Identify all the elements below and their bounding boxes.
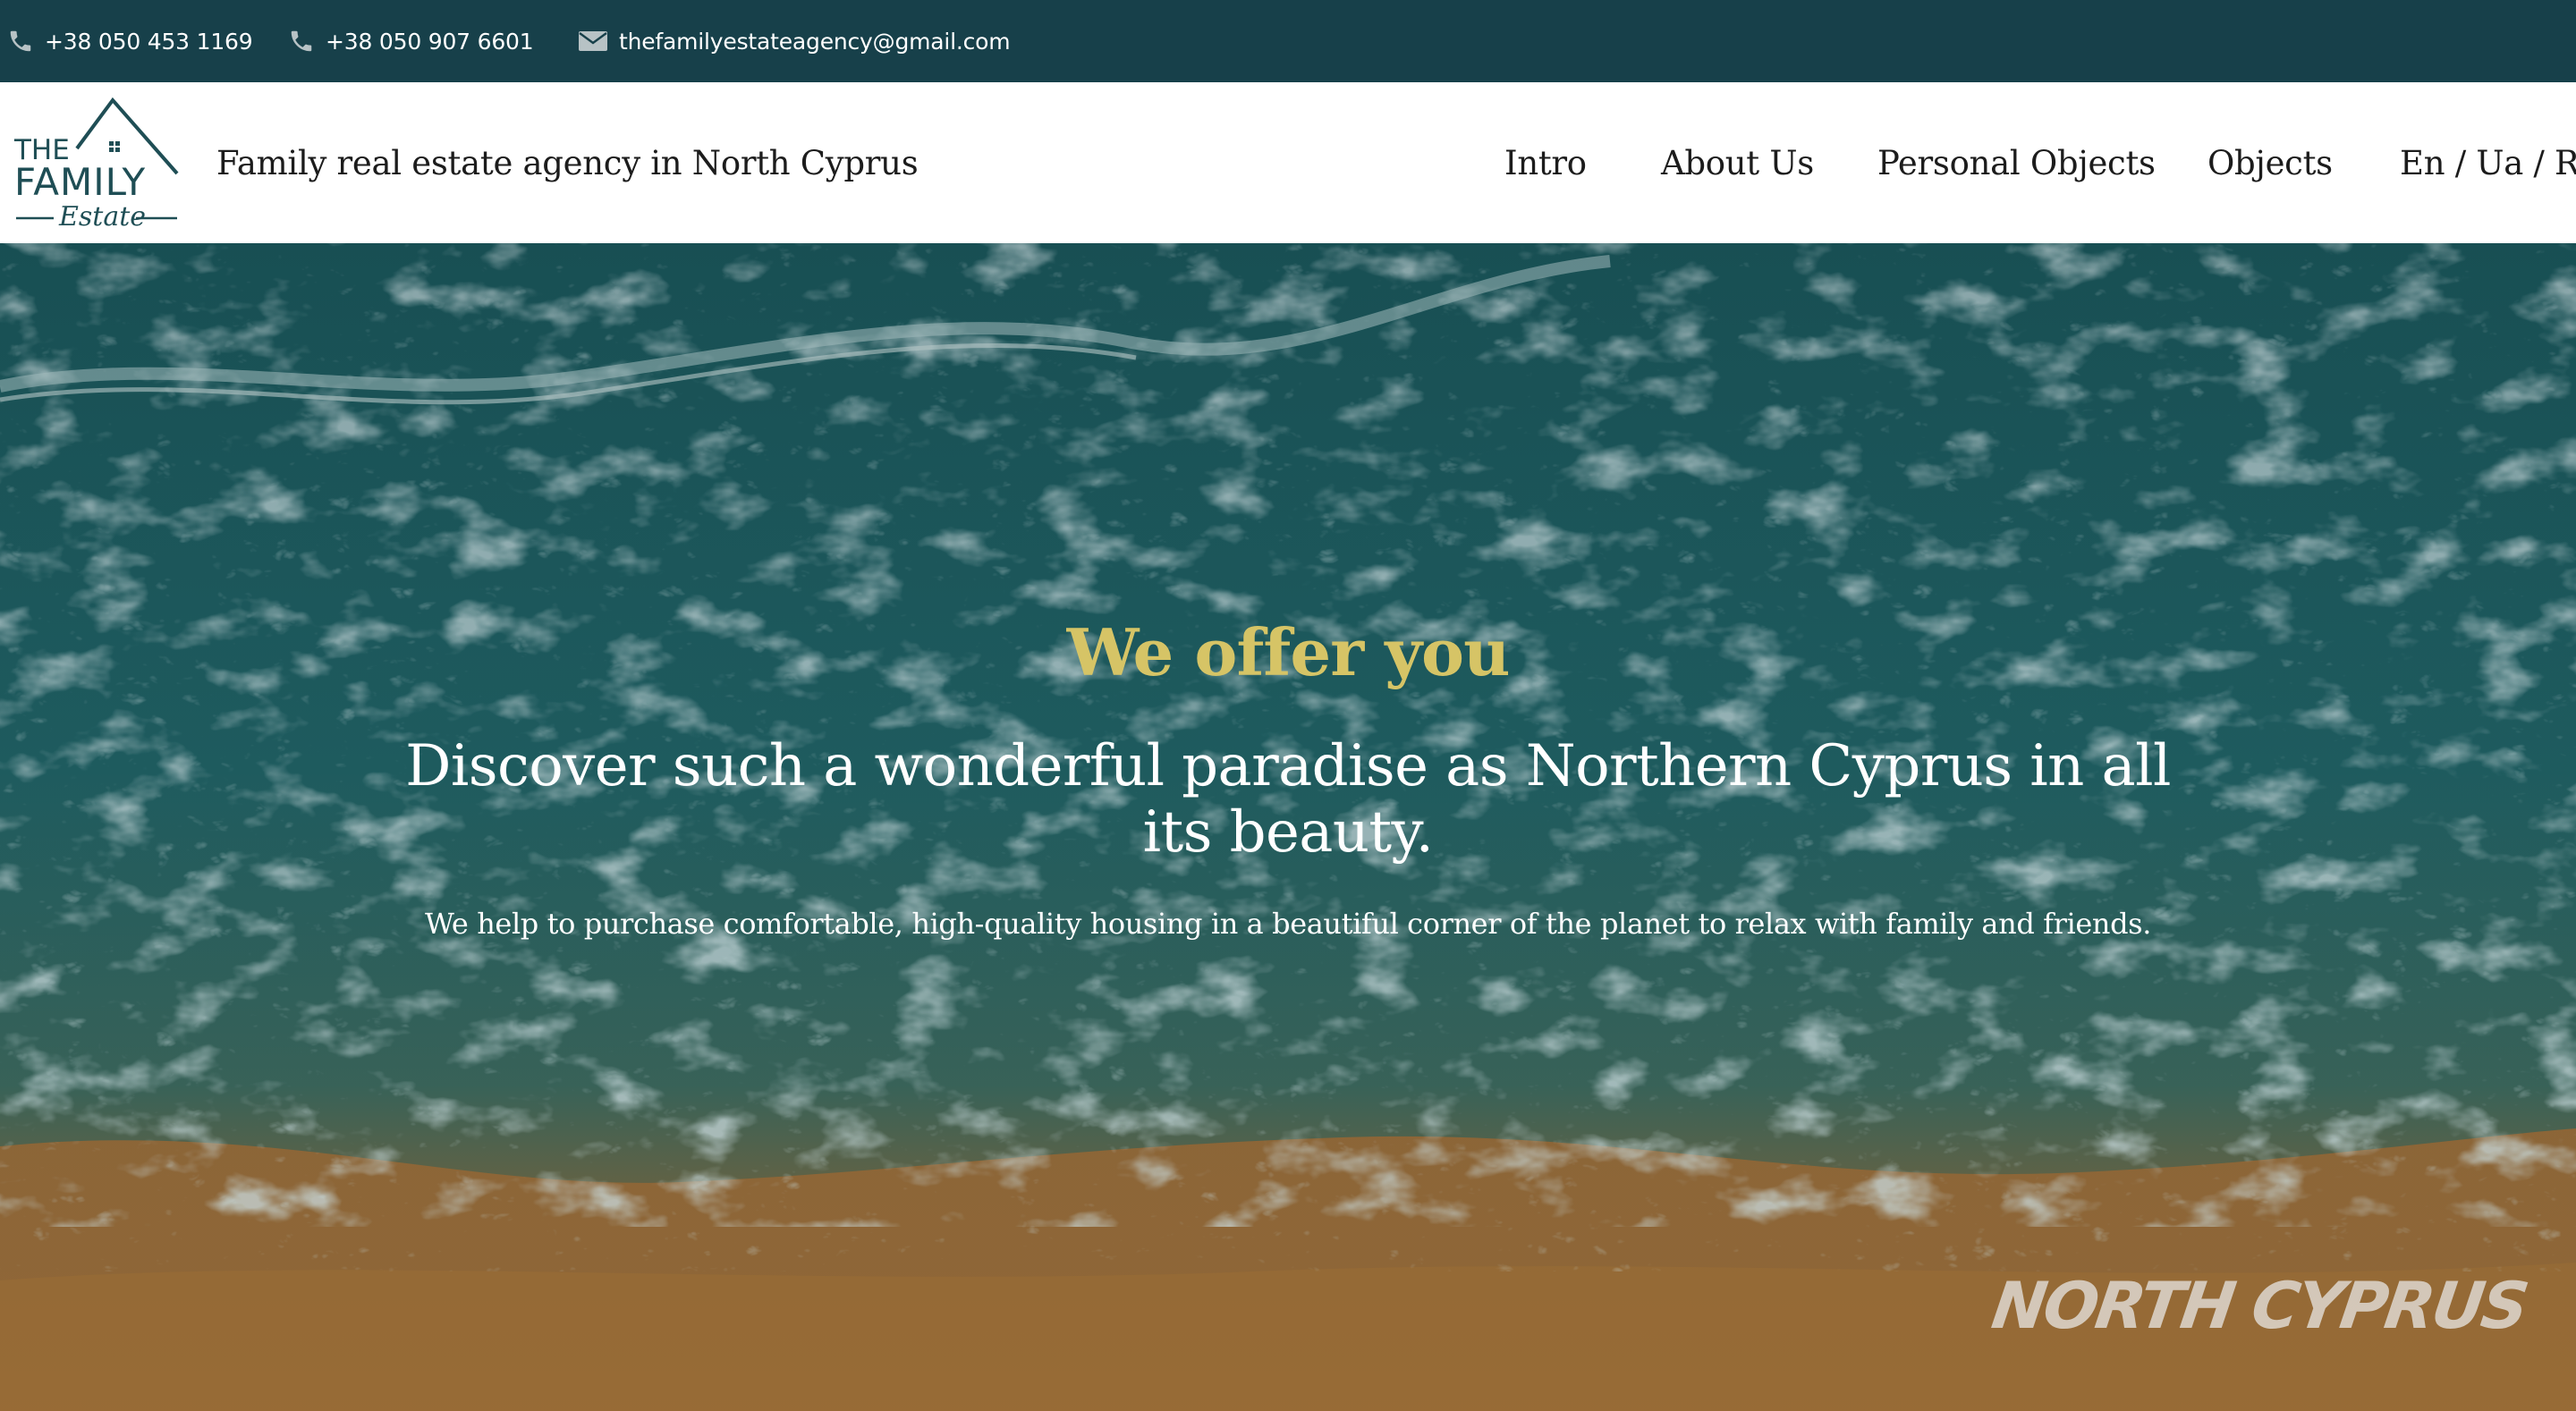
phone-icon xyxy=(7,28,34,55)
site-header: THE FAMILY Estate Family real estate age… xyxy=(0,82,2576,243)
video-watermark: NORTH CYPRUS xyxy=(1987,1268,2531,1343)
phone-number-1[interactable]: +38 050 453 1169 xyxy=(45,29,253,55)
phone-contact-2[interactable]: +38 050 907 6601 xyxy=(288,0,534,82)
phone-icon xyxy=(288,28,315,55)
svg-text:FAMILY: FAMILY xyxy=(14,160,146,204)
phone-number-2[interactable]: +38 050 907 6601 xyxy=(326,29,534,55)
hero-section: We offer you Discover such a wonderful p… xyxy=(0,243,2576,1411)
email-address[interactable]: thefamilyestateagency@gmail.com xyxy=(619,29,1011,55)
language-switcher[interactable]: En / Ua / Ru xyxy=(2400,82,2576,243)
nav-intro[interactable]: Intro xyxy=(1504,82,1587,243)
nav-objects[interactable]: Objects xyxy=(2207,82,2333,243)
family-estate-logo[interactable]: THE FAMILY Estate xyxy=(13,95,182,232)
phone-contact-1[interactable]: +38 050 453 1169 xyxy=(7,0,253,82)
nav-personal-objects[interactable]: Personal Objects xyxy=(1877,82,2156,243)
email-contact[interactable]: thefamilyestateagency@gmail.com xyxy=(578,0,1011,82)
hero-subtitle: We help to purchase comfortable, high-qu… xyxy=(425,907,2151,941)
hero-kicker: We offer you xyxy=(1066,614,1511,690)
nav-about-us[interactable]: About Us xyxy=(1661,82,1814,243)
site-tagline: Family real estate agency in North Cypru… xyxy=(216,143,919,182)
contact-bar: +38 050 453 1169 +38 050 907 6601 thefam… xyxy=(0,0,2576,82)
hero-title: Discover such a wonderful paradise as No… xyxy=(405,733,2171,866)
mail-icon xyxy=(578,30,608,53)
svg-text:Estate: Estate xyxy=(58,201,146,231)
